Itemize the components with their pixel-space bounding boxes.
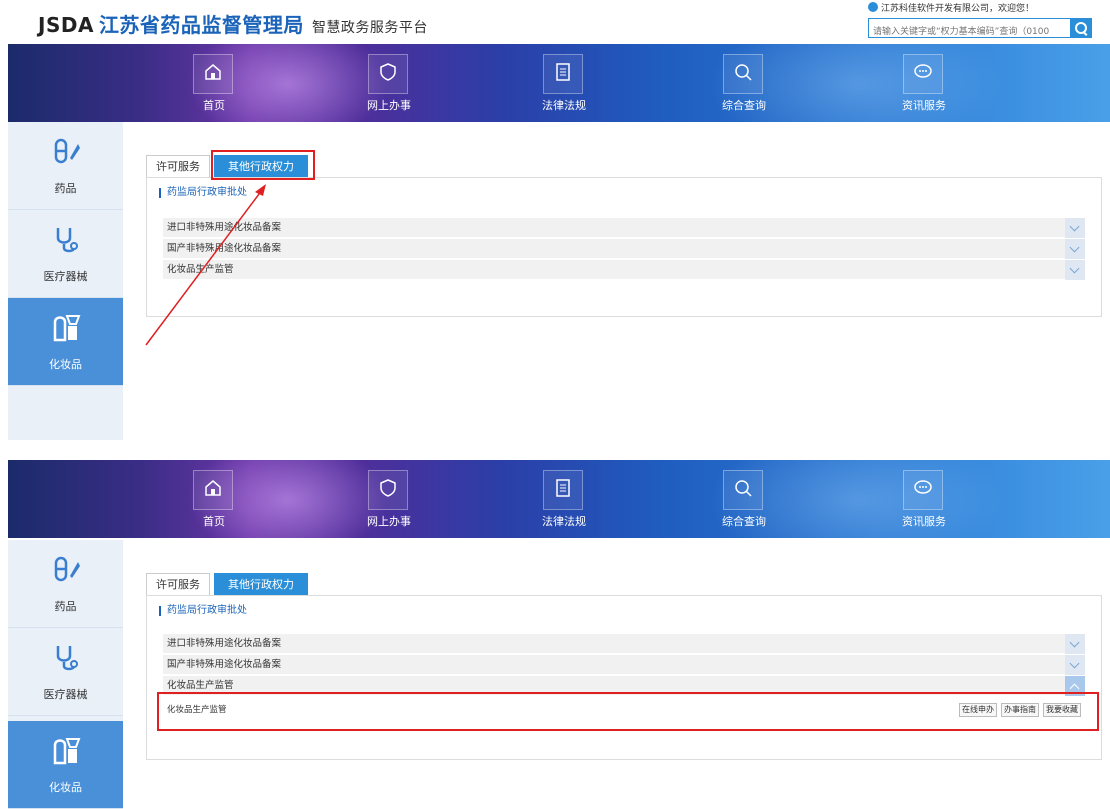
shield-icon — [380, 479, 396, 497]
sidebar-item-label: 药品 — [54, 600, 77, 613]
nav-banner: 首页 网上办事 法律法规 综合查询 资讯服务 — [8, 460, 1110, 538]
favorite-button[interactable]: 我要收藏 — [1043, 703, 1081, 717]
chat-icon — [914, 480, 932, 494]
nav-laws[interactable]: 法律法规 — [533, 460, 595, 538]
pill-icon — [54, 556, 80, 582]
stethoscope-icon — [56, 646, 78, 671]
apply-online-button[interactable]: 在线申办 — [959, 703, 997, 717]
chevron-up-icon[interactable] — [1065, 676, 1085, 696]
nav-label: 综合查询 — [722, 515, 766, 528]
category-sidebar: 药品 医疗器械 化妆品 — [8, 540, 123, 809]
sidebar-item-label: 医疗器械 — [43, 688, 88, 701]
document-icon — [556, 479, 570, 497]
nav-news[interactable]: 资讯服务 — [893, 460, 955, 538]
nav-label: 网上办事 — [367, 515, 411, 528]
list-item-label: 进口非特殊用途化妆品备案 — [167, 638, 282, 649]
content-panel: 药监局行政审批处 进口非特殊用途化妆品备案 国产非特殊用途化妆品备案 化妆品生产… — [146, 595, 1102, 760]
cosmetics-icon — [53, 738, 81, 765]
nav-label: 首页 — [203, 515, 225, 528]
nav-online-service[interactable]: 网上办事 — [358, 460, 420, 538]
sidebar-item-drugs[interactable]: 药品 — [8, 540, 123, 628]
list-item-label: 国产非特殊用途化妆品备案 — [167, 659, 282, 670]
nav-label: 资讯服务 — [902, 515, 946, 528]
section-title: 药监局行政审批处 — [159, 606, 247, 616]
sidebar-item-devices[interactable]: 医疗器械 — [8, 628, 123, 716]
guide-button[interactable]: 办事指南 — [1001, 703, 1039, 717]
nav-label: 法律法规 — [542, 515, 586, 528]
sidebar-item-cosmetics[interactable]: 化妆品 — [8, 721, 123, 809]
list-item-expanded[interactable]: 化妆品生产监管 — [163, 676, 1085, 696]
detail-row: 化妆品生产监管 在线申办 办事指南 我要收藏 — [163, 698, 1085, 722]
chevron-down-icon[interactable] — [1065, 655, 1085, 675]
list-item[interactable]: 进口非特殊用途化妆品备案 — [163, 634, 1085, 654]
detail-label: 化妆品生产监管 — [167, 705, 227, 715]
nav-query[interactable]: 综合查询 — [713, 460, 775, 538]
sidebar-item-label: 化妆品 — [49, 781, 82, 794]
search-icon — [735, 480, 752, 497]
list-item-label: 化妆品生产监管 — [167, 680, 234, 691]
chevron-down-icon[interactable] — [1065, 634, 1085, 654]
list-item[interactable]: 国产非特殊用途化妆品备案 — [163, 655, 1085, 675]
home-icon — [205, 480, 221, 496]
nav-home[interactable]: 首页 — [183, 460, 245, 538]
tab-license-service[interactable]: 许可服务 — [146, 573, 210, 595]
tab-other-powers[interactable]: 其他行政权力 — [214, 573, 308, 595]
